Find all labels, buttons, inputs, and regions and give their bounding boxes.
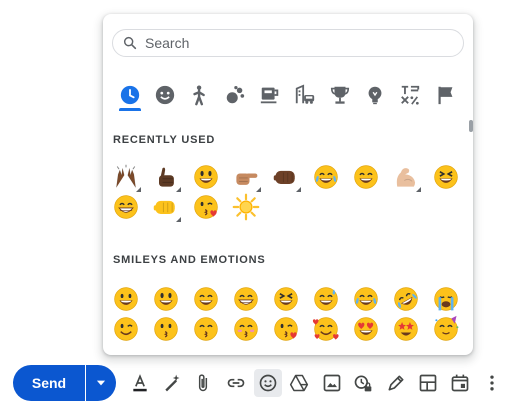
section-title-smileys: SMILEYS AND EMOTIONS	[113, 254, 266, 266]
grinning-smiling-eyes-emoji[interactable]	[349, 160, 383, 194]
text-format-icon	[133, 374, 147, 392]
category-tabs	[113, 80, 463, 111]
thumbs-up-dark-emoji[interactable]	[149, 160, 183, 194]
kissing-face-emoji[interactable]	[149, 312, 183, 346]
fist-bump-dark-emoji[interactable]	[269, 160, 303, 194]
set-up-time-button[interactable]	[446, 369, 474, 397]
tab-smileys[interactable]	[150, 80, 180, 110]
signature-icon	[388, 375, 404, 391]
heart-eyes-emoji[interactable]	[349, 312, 383, 346]
compose-window: RECENTLY USED SMILEYS AND EMOTIONS Send	[0, 0, 513, 412]
send-button-group: Send	[13, 365, 116, 401]
skin-tone-indicator	[416, 187, 421, 192]
insert-from-drive-button[interactable]	[285, 369, 313, 397]
attach-icon	[198, 374, 208, 392]
more-options-button[interactable]	[478, 369, 506, 397]
clock-icon	[120, 85, 140, 105]
search-box[interactable]	[112, 29, 464, 57]
beaming-face-emoji[interactable]	[229, 282, 263, 316]
partying-face-emoji[interactable]	[429, 312, 463, 346]
tab-food-drink[interactable]	[255, 80, 285, 110]
more-options-icon	[490, 375, 494, 391]
winking-face-emoji[interactable]	[109, 312, 143, 346]
tab-people[interactable]	[185, 80, 215, 110]
insert-photo-icon	[323, 374, 341, 392]
squinting-face-emoji[interactable]	[269, 282, 303, 316]
tab-flags[interactable]	[431, 80, 461, 110]
symbols-icon	[401, 85, 420, 105]
pointing-right-medium-emoji[interactable]	[229, 160, 263, 194]
squinting-face-emoji[interactable]	[429, 160, 463, 194]
grinning-face-emoji[interactable]	[109, 282, 143, 316]
skin-tone-indicator	[296, 187, 301, 192]
active-tab-indicator	[119, 108, 141, 111]
section-title-recently-used: RECENTLY USED	[113, 134, 216, 146]
star-struck-emoji[interactable]	[389, 312, 423, 346]
trophy-icon	[330, 86, 350, 104]
layouts-button[interactable]	[414, 369, 442, 397]
tab-animals-nature[interactable]	[220, 80, 250, 110]
grinning-smiling-eyes-emoji[interactable]	[189, 282, 223, 316]
emoji-scroll-area: RECENTLY USED SMILEYS AND EMOTIONS	[103, 122, 473, 355]
search-icon	[123, 36, 137, 50]
send-button[interactable]: Send	[13, 365, 85, 401]
link-icon	[227, 378, 245, 388]
search-input[interactable]	[143, 34, 447, 52]
kissing-closed-eyes-emoji[interactable]	[229, 312, 263, 346]
tab-objects[interactable]	[360, 80, 390, 110]
schedule-event-icon	[451, 374, 469, 392]
grinning-face-big-eyes-emoji[interactable]	[149, 282, 183, 316]
kissing-smiling-eyes-emoji[interactable]	[189, 312, 223, 346]
loudly-crying-emoji[interactable]	[429, 282, 463, 316]
more-send-options-button[interactable]	[86, 365, 116, 401]
fist-bump-yellow-emoji[interactable]	[149, 190, 183, 224]
beaming-face-emoji[interactable]	[109, 190, 143, 224]
insert-photo-button[interactable]	[318, 369, 346, 397]
insert-emoji-button[interactable]	[254, 369, 282, 397]
lightbulb-icon	[368, 86, 382, 105]
help-me-write-button[interactable]	[158, 369, 186, 397]
grinning-sweat-emoji[interactable]	[309, 282, 343, 316]
travel-places-icon	[295, 84, 315, 104]
grinning-face-big-eyes-emoji[interactable]	[189, 160, 223, 194]
person-icon	[193, 85, 205, 106]
raising-hands-dark-emoji[interactable]	[109, 160, 143, 194]
insert-signature-button[interactable]	[382, 369, 410, 397]
flag-icon	[438, 86, 453, 105]
sun-emoji[interactable]	[229, 190, 263, 224]
emoji-picker: RECENTLY USED SMILEYS AND EMOTIONS	[103, 14, 473, 355]
emoji-icon	[259, 374, 277, 392]
flexed-biceps-light-emoji[interactable]	[389, 160, 423, 194]
smiley-face-icon	[155, 85, 175, 105]
skin-tone-indicator	[176, 217, 181, 222]
rolling-laughing-emoji[interactable]	[389, 282, 423, 316]
tab-activities[interactable]	[325, 80, 355, 110]
smiling-hearts-emoji[interactable]	[309, 312, 343, 346]
confidential-mode-icon	[354, 375, 372, 392]
chevron-down-icon	[96, 380, 106, 386]
magic-pen-icon	[165, 374, 180, 392]
food-drink-icon	[260, 87, 279, 104]
tab-symbols[interactable]	[395, 80, 425, 110]
face-tears-of-joy-emoji[interactable]	[349, 282, 383, 316]
insert-link-button[interactable]	[222, 369, 250, 397]
attach-files-button[interactable]	[189, 369, 217, 397]
layouts-icon	[419, 374, 437, 392]
formatting-options-button[interactable]	[126, 369, 154, 397]
google-drive-icon	[289, 374, 309, 392]
tab-recently-used[interactable]	[115, 80, 145, 110]
face-blowing-kiss-emoji[interactable]	[269, 312, 303, 346]
face-tears-of-joy-emoji[interactable]	[309, 160, 343, 194]
tab-travel-places[interactable]	[290, 80, 320, 110]
confidential-mode-button[interactable]	[349, 369, 377, 397]
animals-nature-icon	[226, 86, 245, 104]
face-blowing-kiss-emoji[interactable]	[189, 190, 223, 224]
